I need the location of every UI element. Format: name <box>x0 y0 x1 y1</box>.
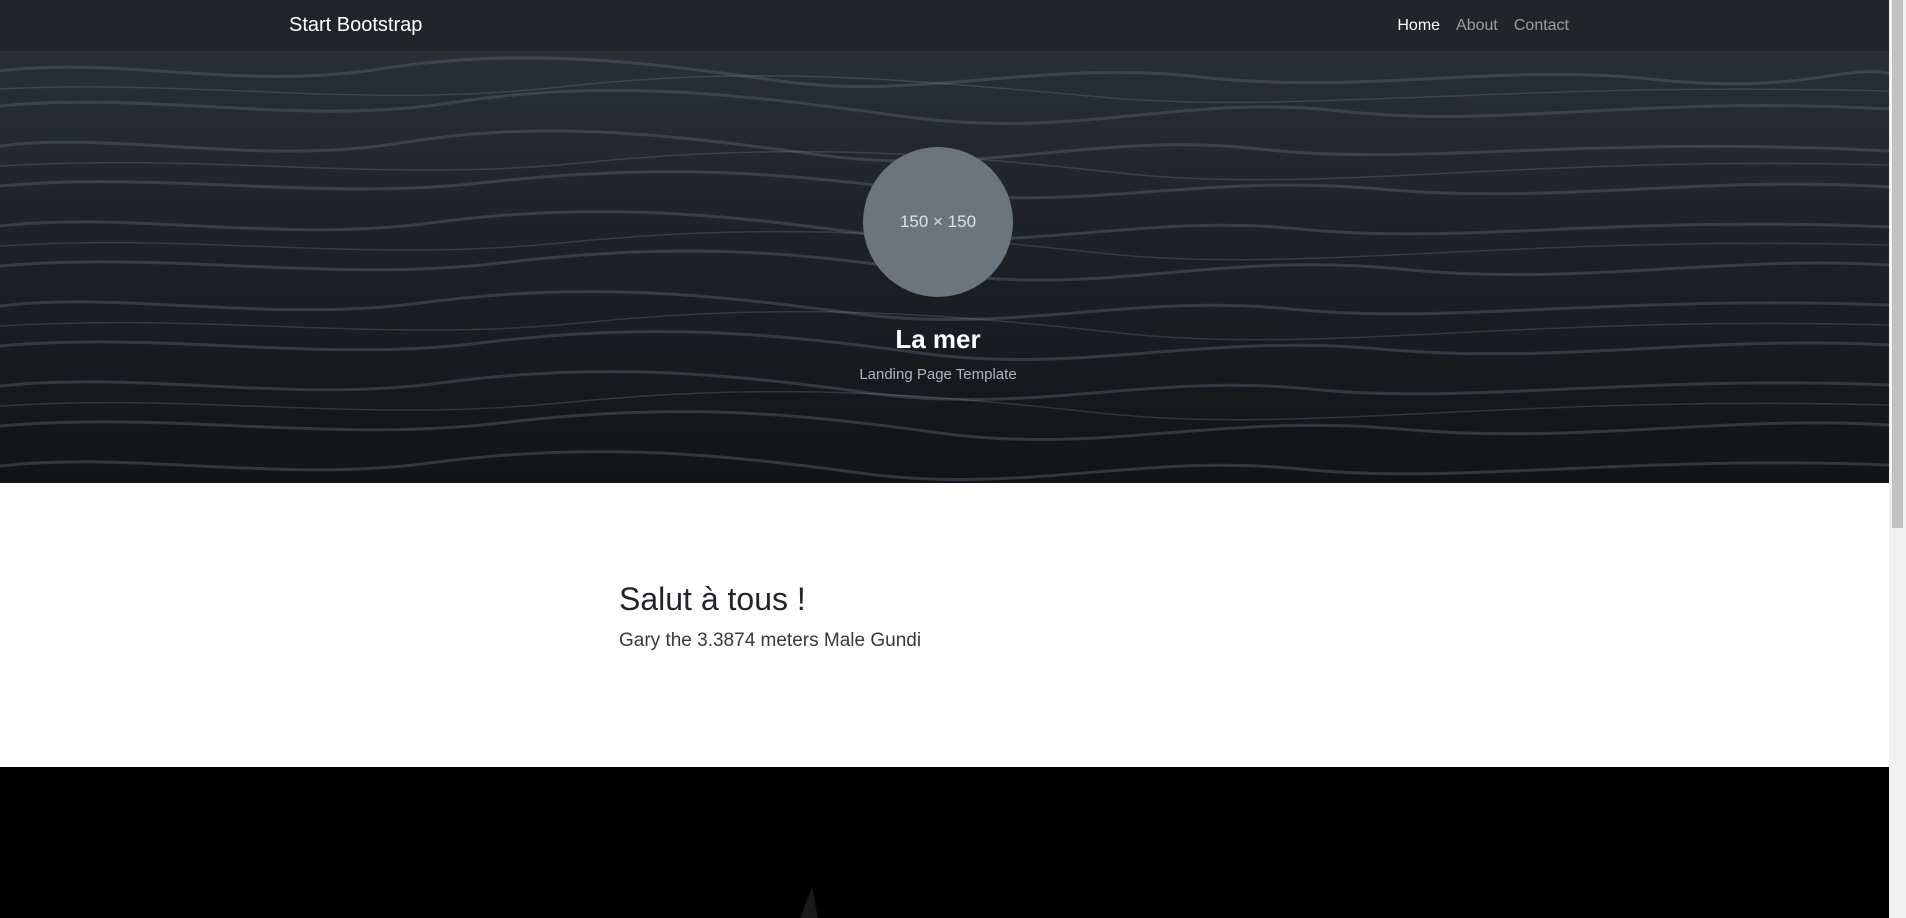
page: Start Bootstrap Home About Contact 150 ×… <box>0 0 1906 918</box>
dark-image-section <box>0 767 1889 918</box>
scrollbar-thumb[interactable] <box>1892 0 1903 528</box>
browser-viewport: Start Bootstrap Home About Contact 150 ×… <box>0 0 1889 918</box>
vertical-scrollbar[interactable] <box>1889 0 1906 918</box>
avatar-placeholder-label: 150 × 150 <box>899 212 977 231</box>
intro-section: Salut à tous ! Gary the 3.3874 meters Ma… <box>0 483 1889 767</box>
nav-item-home: Home <box>1389 15 1448 37</box>
navbar: Start Bootstrap Home About Contact <box>0 0 1889 51</box>
hero-title: La mer <box>895 324 981 354</box>
avatar-placeholder: 150 × 150 <box>863 147 1013 297</box>
nav-item-about: About <box>1448 15 1506 37</box>
navbar-brand[interactable]: Start Bootstrap <box>289 12 422 38</box>
nav-link-about[interactable]: About <box>1448 15 1506 37</box>
nav-links: Home About Contact <box>1389 0 1577 51</box>
dark-section-image <box>800 887 818 918</box>
nav-item-contact: Contact <box>1506 15 1577 37</box>
nav-link-home[interactable]: Home <box>1389 15 1448 37</box>
hero-subtitle: Landing Page Template <box>859 366 1017 383</box>
intro-text: Gary the 3.3874 meters Male Gundi <box>619 630 922 651</box>
intro-heading: Salut à tous ! <box>619 581 806 617</box>
nav-link-contact[interactable]: Contact <box>1506 15 1577 37</box>
hero-section: 150 × 150 La mer Landing Page Template <box>0 51 1889 483</box>
